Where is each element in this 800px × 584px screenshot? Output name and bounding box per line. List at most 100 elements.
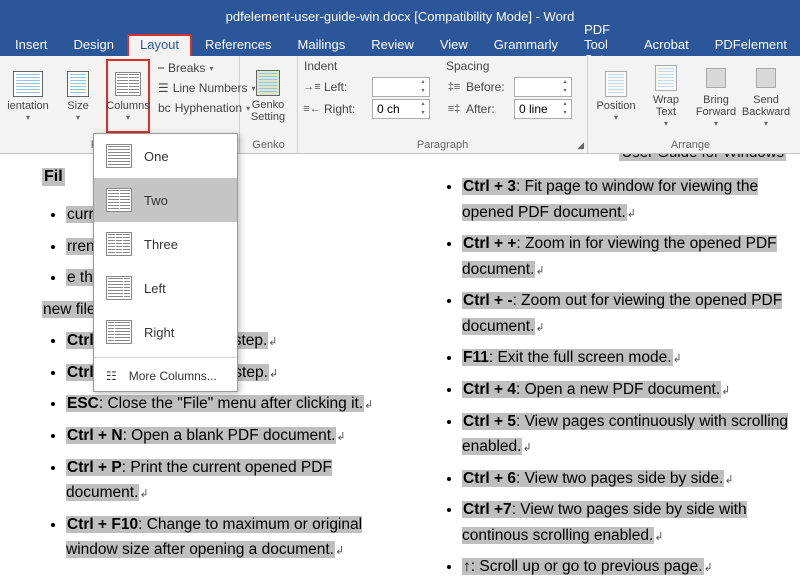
after-label: After: <box>466 102 510 116</box>
indent-left-icon: →≡ <box>304 79 320 95</box>
tab-acrobat[interactable]: Acrobat <box>631 34 702 55</box>
spacing-before-icon: ‡≡ <box>446 79 462 95</box>
bring-forward-icon <box>700 64 732 92</box>
chevron-down-icon: ▾ <box>126 113 130 122</box>
send-backward-icon <box>750 64 782 92</box>
group-paragraph: Indent →≡Left:▴▾ ≡←Right:0 ch▴▾ Spacing … <box>298 56 588 153</box>
indent-left-input[interactable]: ▴▾ <box>372 77 430 97</box>
right-column-icon <box>106 320 132 344</box>
tab-review[interactable]: Review <box>358 34 427 55</box>
tab-design[interactable]: Design <box>61 34 127 55</box>
list-item: Ctrl + -: Zoom out for viewing the opene… <box>462 288 788 339</box>
list-item: Ctrl +7: View two pages side by side wit… <box>462 497 788 548</box>
hyphenation-button[interactable]: bcHyphenation▾ <box>156 100 257 116</box>
columns-option-two[interactable]: Two <box>94 178 237 222</box>
left-column-icon <box>106 276 132 300</box>
indent-header: Indent <box>304 59 430 73</box>
window-titlebar: pdfelement-user-guide-win.docx [Compatib… <box>0 0 800 32</box>
spacing-header: Spacing <box>446 59 572 73</box>
breaks-icon: ⎯ <box>158 60 164 75</box>
position-label: Position <box>596 100 635 112</box>
list-item: Ctrl + F10: Change to maximum or origina… <box>66 512 382 563</box>
line-numbers-label: Line Numbers <box>173 81 248 95</box>
spacing-after-icon: ≡‡ <box>446 101 462 117</box>
list-item: ↑: Scroll up or go to previous page.↲ <box>462 554 788 580</box>
breaks-button[interactable]: ⎯Breaks▾ <box>156 59 257 76</box>
dropdown-separator <box>94 357 237 358</box>
list-item: ESC: Close the "File" menu after clickin… <box>66 391 382 417</box>
size-button[interactable]: Size ▾ <box>56 59 100 133</box>
wrap-text-button[interactable]: Wrap Text▾ <box>644 59 688 133</box>
indent-right-icon: ≡← <box>304 101 320 117</box>
two-column-icon <box>106 188 132 212</box>
list-item: Ctrl + 4: Open a new PDF document.↲ <box>462 377 788 403</box>
group-arrange: Position▾ Wrap Text▾ Bring Forward▾ Send… <box>588 56 793 153</box>
size-label: Size <box>67 100 88 112</box>
spacing-before-input[interactable]: ▴▾ <box>514 77 572 97</box>
position-icon <box>600 70 632 98</box>
dialog-launcher-icon[interactable]: ◢ <box>577 140 584 151</box>
hyphenation-icon: bc <box>158 101 171 115</box>
chevron-down-icon: ▾ <box>26 113 30 122</box>
list-item: Ctrl + +: Zoom in for viewing the opened… <box>462 231 788 282</box>
columns-option-left[interactable]: Left <box>94 266 237 310</box>
bring-label: Bring Forward <box>696 94 736 118</box>
columns-option-right[interactable]: Right <box>94 310 237 354</box>
before-label: Before: <box>466 80 510 94</box>
bring-forward-button[interactable]: Bring Forward▾ <box>694 59 738 133</box>
tab-mailings[interactable]: Mailings <box>285 34 359 55</box>
columns-button[interactable]: Columns ▾ <box>106 59 150 133</box>
list-item: Ctrl + 3: Fit page to window for viewing… <box>462 174 788 225</box>
right-label: Right: <box>324 102 368 116</box>
dd-label: Right <box>144 325 174 340</box>
group-label-paragraph: Paragraph <box>304 139 581 151</box>
columns-option-one[interactable]: One <box>94 134 237 178</box>
orientation-icon <box>12 70 44 98</box>
columns-option-three[interactable]: Three <box>94 222 237 266</box>
line-numbers-button[interactable]: ☰Line Numbers▾ <box>156 80 257 96</box>
tab-pdfelement[interactable]: PDFelement <box>702 34 800 55</box>
size-icon <box>62 70 94 98</box>
tab-references[interactable]: References <box>192 34 284 55</box>
list-item: Ctrl + P: Print the current opened PDF d… <box>66 455 382 506</box>
columns-dropdown: One Two Three Left Right ☷ More Columns..… <box>93 133 238 392</box>
more-columns-icon: ☷ <box>106 369 117 383</box>
more-columns-button[interactable]: ☷ More Columns... <box>94 361 237 391</box>
one-column-icon <box>106 144 132 168</box>
orientation-button[interactable]: ientation ▾ <box>6 59 50 133</box>
left-label: Left: <box>324 80 368 94</box>
send-backward-button[interactable]: Send Backward▾ <box>744 59 788 133</box>
list-item: Ctrl + 5: View pages continuously with s… <box>462 409 788 460</box>
genko-icon <box>252 69 284 97</box>
ribbon-tabs: Insert Design Layout References Mailings… <box>0 32 800 56</box>
list-item: Ctrl + 6: View two pages side by side.↲ <box>462 466 788 492</box>
dd-label: More Columns... <box>129 369 217 383</box>
chevron-down-icon: ▾ <box>76 113 80 122</box>
wrap-label: Wrap Text <box>653 94 679 118</box>
dd-label: Two <box>144 193 168 208</box>
list-item: F11: Exit the full screen mode.↲ <box>462 345 788 371</box>
shortcut-list-right: Ctrl + 3: Fit page to window for viewing… <box>438 174 788 584</box>
window-title: pdfelement-user-guide-win.docx [Compatib… <box>226 9 575 24</box>
send-label: Send Backward <box>742 94 790 118</box>
position-button[interactable]: Position▾ <box>594 59 638 133</box>
hyphenation-label: Hyphenation <box>175 101 242 115</box>
tab-grammarly[interactable]: Grammarly <box>481 34 571 55</box>
orientation-label: ientation <box>7 100 49 112</box>
columns-icon <box>112 70 144 98</box>
three-column-icon <box>106 232 132 256</box>
columns-label: Columns <box>106 100 149 112</box>
file-header: Fil <box>42 168 65 186</box>
dd-label: Left <box>144 281 166 296</box>
tab-view[interactable]: View <box>427 34 481 55</box>
spacing-after-input[interactable]: 0 line▴▾ <box>514 99 572 119</box>
dd-label: One <box>144 149 169 164</box>
tab-layout[interactable]: Layout <box>127 34 192 56</box>
list-item: Ctrl + N: Open a blank PDF document.↲ <box>66 423 382 449</box>
line-numbers-icon: ☰ <box>158 81 169 95</box>
group-label-genko: Genko <box>246 139 291 151</box>
group-label-arrange: Arrange <box>594 139 787 151</box>
breaks-label: Breaks <box>168 61 205 75</box>
tab-insert[interactable]: Insert <box>2 34 61 55</box>
indent-right-input[interactable]: 0 ch▴▾ <box>372 99 430 119</box>
